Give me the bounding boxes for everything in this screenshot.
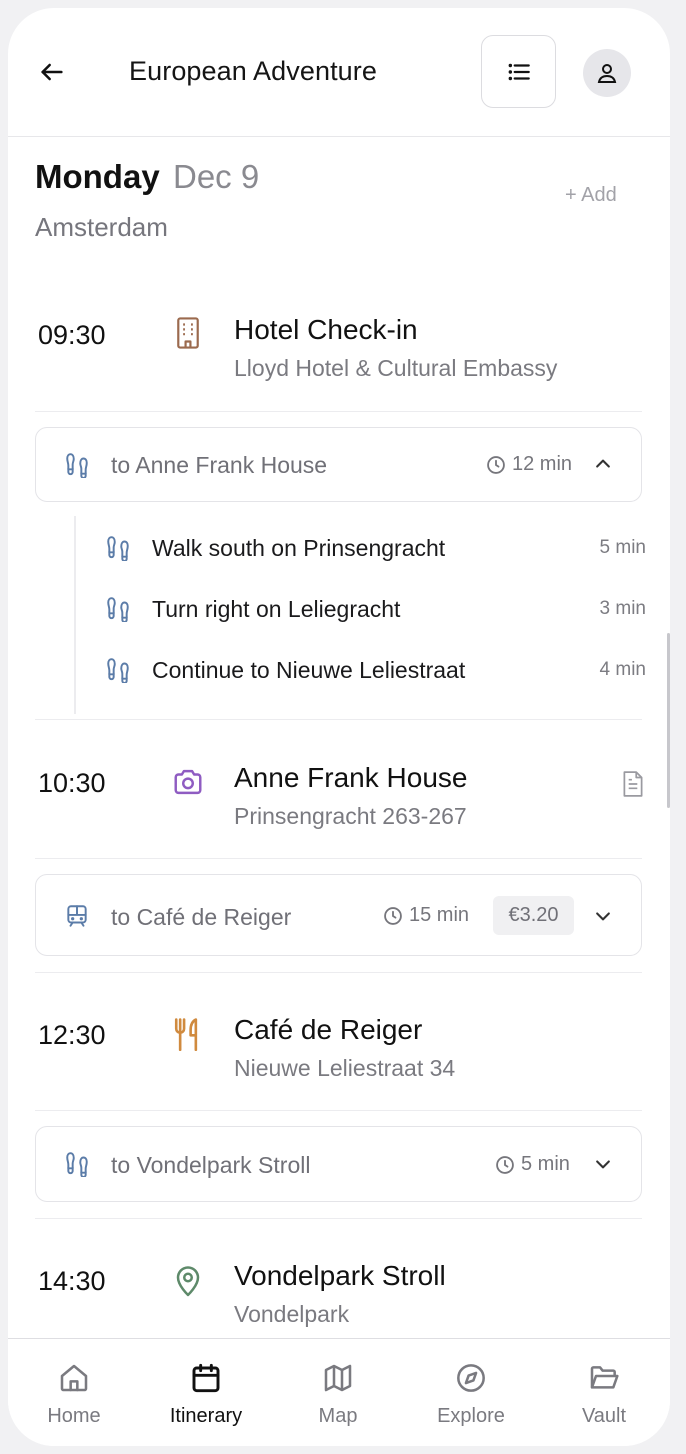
clock-icon <box>487 455 505 474</box>
event-icon <box>170 1016 206 1052</box>
back-button[interactable] <box>34 54 70 90</box>
transit-steps: Walk south on Prinsengracht 5 min Turn r… <box>74 516 646 714</box>
divider <box>35 411 642 412</box>
divider <box>35 1110 642 1111</box>
event-time: 12:30 <box>38 1020 106 1050</box>
scrollbar[interactable] <box>667 633 670 808</box>
nav-itinerary[interactable]: Itinerary <box>140 1339 272 1446</box>
transit-card[interactable]: to Café de Reiger 15 min €3.20 <box>35 874 642 956</box>
nav-label: Itinerary <box>169 1405 243 1427</box>
event-time: 10:30 <box>38 768 106 798</box>
transit-label: to Anne Frank House <box>111 452 328 478</box>
day-weekday: Monday <box>35 158 160 195</box>
step-label: Continue to Nieuwe Leliestraat <box>152 657 466 683</box>
step-label: Turn right on Leliegracht <box>152 596 401 622</box>
collapse-toggle[interactable] <box>591 452 615 476</box>
transit-mode-icon <box>62 450 92 480</box>
transit-duration-text: 15 min <box>409 904 470 926</box>
page-title: European Adventure <box>129 56 377 86</box>
transit-step: Turn right on Leliegracht 3 min <box>76 589 646 629</box>
chevron-up-icon <box>596 459 610 468</box>
expand-toggle[interactable] <box>591 904 615 928</box>
clock-icon <box>384 906 402 925</box>
map-pin-icon <box>176 1266 200 1297</box>
event-time: 14:30 <box>38 1266 106 1296</box>
footprints-icon <box>104 595 132 623</box>
nav-vault[interactable]: Vault <box>538 1339 670 1446</box>
list-view-button[interactable] <box>481 35 556 108</box>
divider <box>35 972 642 973</box>
chevron-down-icon <box>596 912 610 921</box>
tram-icon <box>67 905 87 927</box>
day-city: Amsterdam <box>35 212 168 242</box>
note-icon[interactable] <box>620 770 646 798</box>
event-icon <box>170 764 206 800</box>
event-name: Vondelpark Stroll <box>234 1260 446 1291</box>
footprints-icon <box>104 534 132 562</box>
step-duration: 4 min <box>599 659 646 680</box>
transit-step: Continue to Nieuwe Leliestraat 4 min <box>76 650 646 690</box>
event-location: Nieuwe Leliestraat 34 <box>234 1055 456 1081</box>
transit-mode-icon <box>62 1149 92 1179</box>
profile-button[interactable] <box>583 49 631 97</box>
user-icon <box>597 64 617 83</box>
top-bar: European Adventure <box>8 8 670 137</box>
transit-card[interactable]: to Vondelpark Stroll 5 min <box>35 1126 642 1202</box>
chevron-down-icon <box>596 1160 610 1169</box>
calendar-icon <box>189 1361 223 1395</box>
nav-label: Home <box>47 1405 101 1427</box>
event-icon <box>170 1262 206 1298</box>
clock-icon <box>496 1155 514 1174</box>
transit-step: Walk south on Prinsengracht 5 min <box>76 528 646 568</box>
step-duration: 5 min <box>599 537 646 558</box>
footprints-icon <box>66 1152 88 1177</box>
footprints-icon <box>104 656 132 684</box>
event-icon <box>170 315 206 351</box>
event-name: Café de Reiger <box>234 1014 423 1045</box>
transit-duration: 12 min <box>486 453 572 476</box>
compass-icon <box>454 1361 488 1395</box>
divider <box>35 719 642 720</box>
add-button[interactable]: + Add <box>565 184 617 207</box>
footprints-icon <box>66 453 88 478</box>
event-location: Vondelpark <box>234 1301 350 1327</box>
transit-card[interactable]: to Anne Frank House 12 min <box>35 427 642 502</box>
transit-duration: 15 min <box>383 904 469 927</box>
nav-map[interactable]: Map <box>272 1339 404 1446</box>
event-name: Hotel Check-in <box>234 314 418 345</box>
event-location: Lloyd Hotel & Cultural Embassy <box>234 355 558 381</box>
folder-open-icon <box>587 1361 621 1395</box>
transit-cost-badge: €3.20 <box>493 896 574 935</box>
expand-toggle[interactable] <box>591 1152 615 1176</box>
arrow-left-icon <box>41 63 63 81</box>
step-label: Walk south on Prinsengracht <box>152 535 446 561</box>
event-name: Anne Frank House <box>234 762 468 793</box>
nav-label: Map <box>318 1405 358 1427</box>
day-date: Dec 9 <box>173 158 260 195</box>
transit-label: to Vondelpark Stroll <box>111 1152 311 1178</box>
camera-icon <box>174 769 202 795</box>
event-time: 09:30 <box>38 320 106 350</box>
building-icon <box>177 317 199 349</box>
transit-duration-text: 5 min <box>521 1153 570 1175</box>
transit-mode-icon <box>62 901 92 931</box>
divider <box>35 1218 642 1219</box>
nav-label: Explore <box>437 1405 505 1427</box>
list-icon <box>508 63 530 80</box>
app-screen: European Adventure Monday Dec 9 Amsterda… <box>8 8 670 1446</box>
nav-home[interactable]: Home <box>8 1339 140 1446</box>
map-icon <box>321 1361 355 1395</box>
event-location: Prinsengracht 263-267 <box>234 803 467 829</box>
divider <box>35 858 642 859</box>
nav-label: Vault <box>581 1405 627 1427</box>
step-duration: 3 min <box>599 598 646 619</box>
transit-duration: 5 min <box>495 1153 570 1176</box>
home-icon <box>57 1361 91 1395</box>
utensils-icon <box>174 1018 198 1051</box>
bottom-navigation: Home Itinerary Map Explore Vault <box>8 1338 670 1446</box>
transit-duration-text: 12 min <box>512 453 573 475</box>
nav-explore[interactable]: Explore <box>405 1339 537 1446</box>
transit-label: to Café de Reiger <box>111 904 292 930</box>
